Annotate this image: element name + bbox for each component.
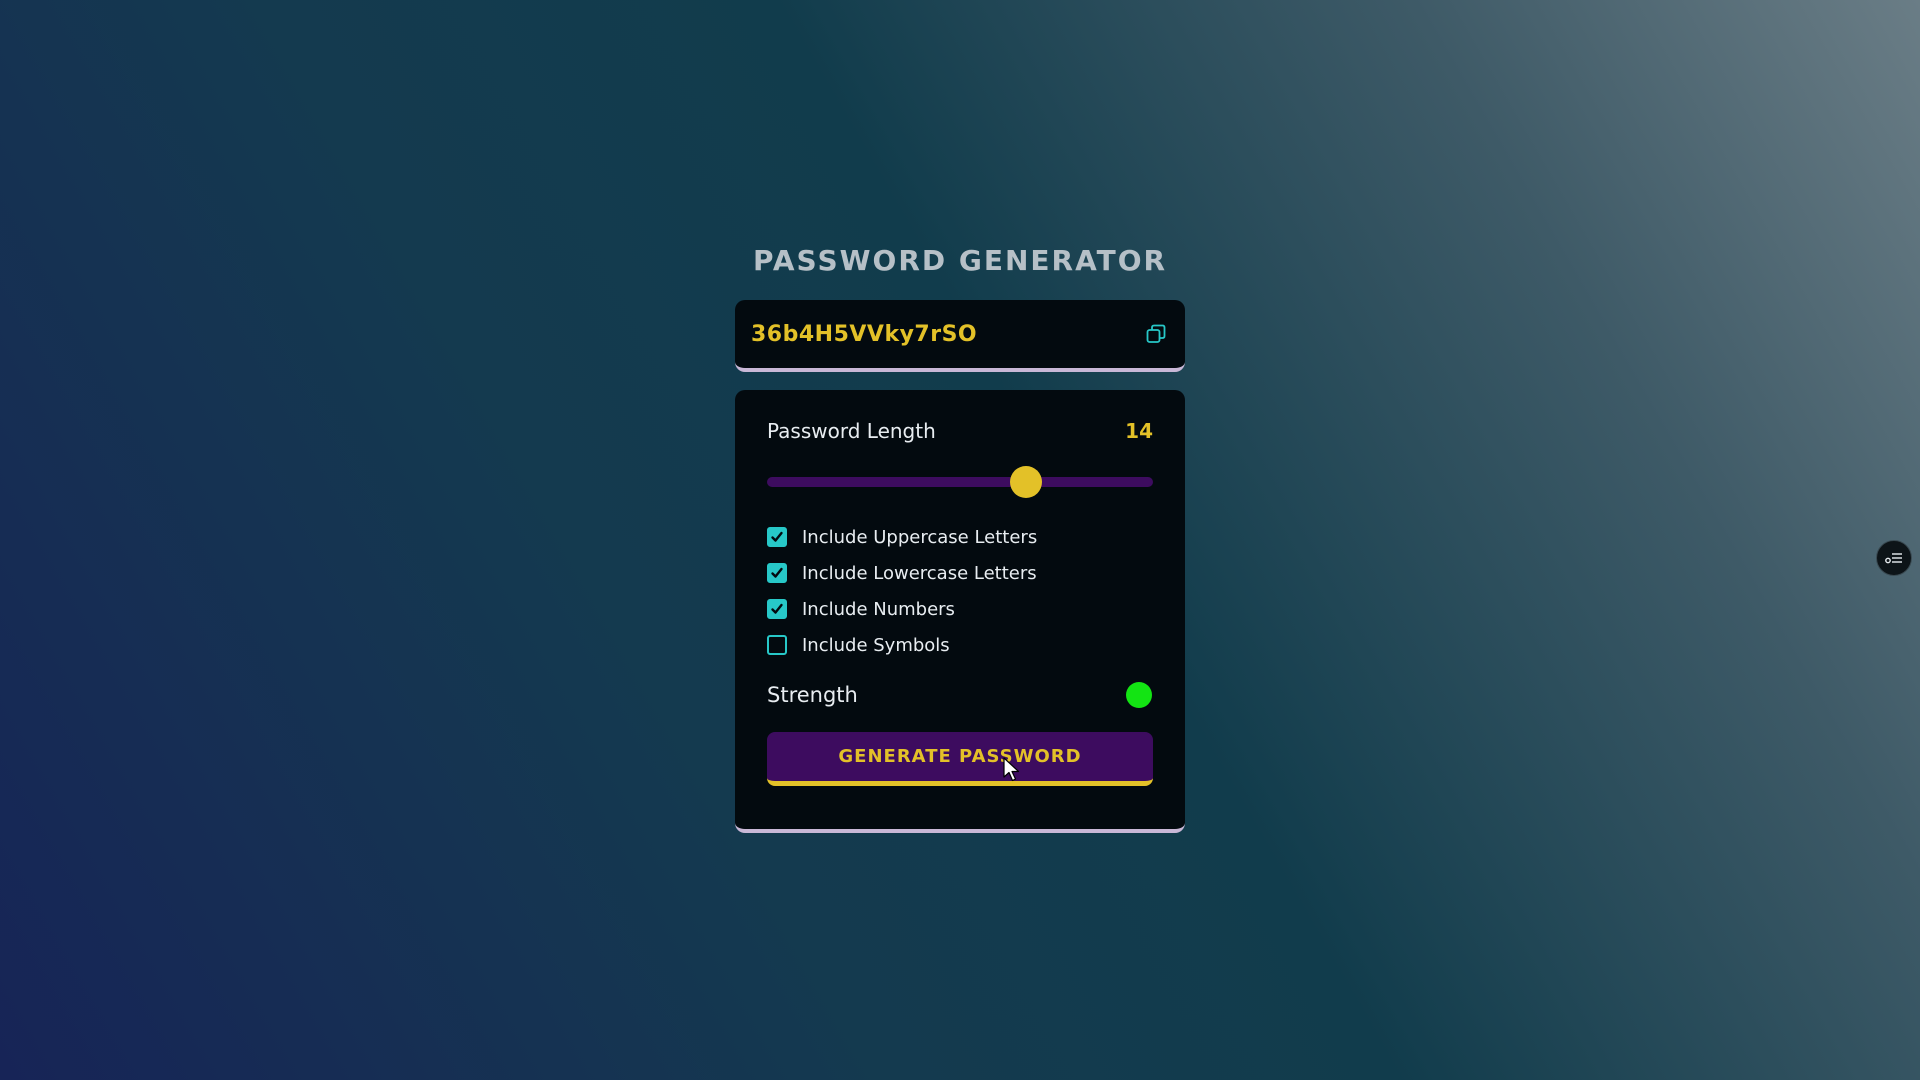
option-uppercase[interactable]: Include Uppercase Letters — [767, 519, 1153, 555]
copy-button[interactable] — [1143, 321, 1169, 347]
mouse-cursor-icon — [1003, 757, 1020, 782]
symbols-checkbox[interactable] — [767, 635, 787, 655]
slider-track[interactable] — [767, 477, 1153, 487]
slider-thumb[interactable] — [1009, 466, 1042, 498]
option-lowercase[interactable]: Include Lowercase Letters — [767, 555, 1153, 591]
settings-sliders-icon — [1885, 553, 1902, 564]
generate-password-button[interactable]: GENERATE PASSWORD — [767, 732, 1153, 786]
strength-label: Strength — [767, 683, 858, 707]
option-label: Include Uppercase Letters — [802, 526, 1038, 548]
password-display: 36b4H5VVky7rSO — [735, 300, 1185, 372]
lowercase-checkbox[interactable] — [767, 563, 787, 583]
uppercase-checkbox[interactable] — [767, 527, 787, 547]
numbers-checkbox[interactable] — [767, 599, 787, 619]
length-slider[interactable] — [767, 466, 1153, 498]
copy-icon — [1146, 324, 1166, 343]
check-icon — [771, 531, 783, 542]
check-icon — [771, 567, 783, 578]
settings-panel: Password Length 14 Include Uppercase Let… — [735, 390, 1185, 833]
strength-row: Strength — [767, 677, 1153, 713]
option-numbers[interactable]: Include Numbers — [767, 591, 1153, 627]
length-label: Password Length — [767, 419, 936, 443]
side-widget-button[interactable] — [1876, 540, 1912, 576]
options-list: Include Uppercase Letters Include Lowerc… — [767, 519, 1153, 663]
option-label: Include Lowercase Letters — [802, 562, 1037, 584]
strength-indicator — [1126, 682, 1152, 708]
option-symbols[interactable]: Include Symbols — [767, 627, 1153, 663]
password-generator-app: PASSWORD GENERATOR 36b4H5VVky7rSO Passwo… — [735, 238, 1185, 833]
password-text: 36b4H5VVky7rSO — [751, 321, 978, 347]
length-row: Password Length 14 — [767, 416, 1153, 446]
page-title: PASSWORD GENERATOR — [752, 244, 1168, 277]
option-label: Include Numbers — [802, 598, 955, 620]
check-icon — [771, 603, 783, 614]
option-label: Include Symbols — [802, 634, 950, 656]
length-value: 14 — [1125, 419, 1153, 443]
